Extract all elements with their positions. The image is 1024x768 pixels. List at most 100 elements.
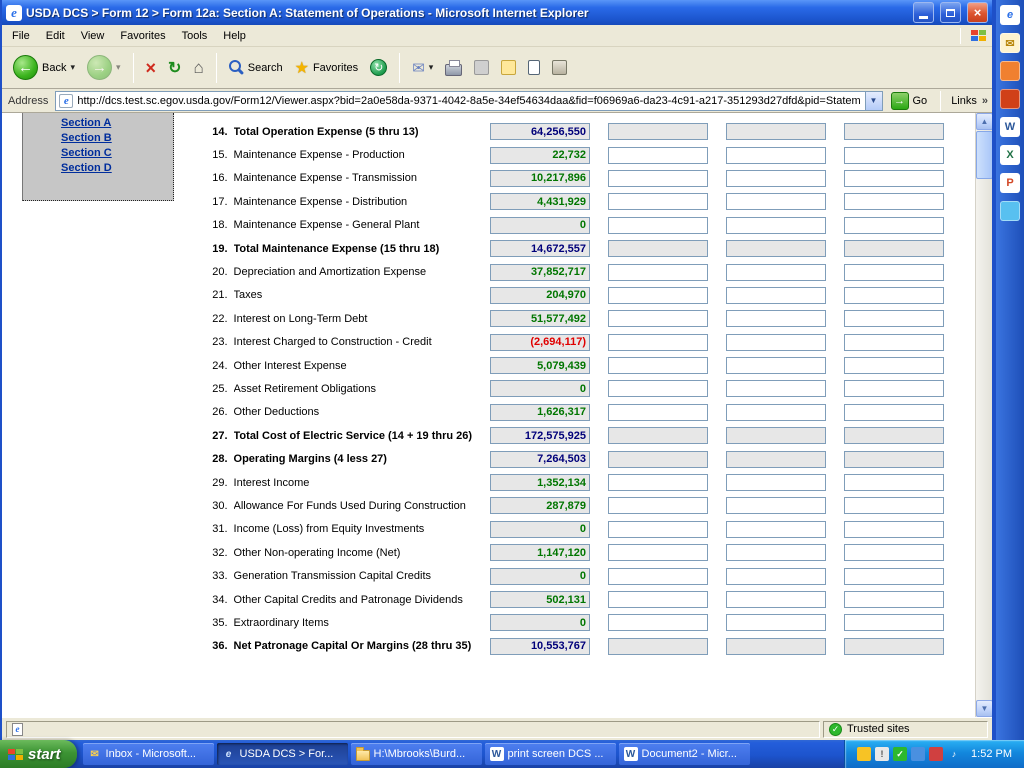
menu-help[interactable]: Help xyxy=(215,27,254,45)
value-input-col1[interactable] xyxy=(490,217,590,234)
value-input-col2[interactable] xyxy=(608,334,708,351)
value-input-col3[interactable] xyxy=(726,404,826,421)
fullscreen-button[interactable] xyxy=(523,57,545,78)
start-button[interactable]: start xyxy=(0,740,77,768)
value-input-col4[interactable] xyxy=(844,380,944,397)
value-input-col3[interactable] xyxy=(726,147,826,164)
messenger-icon[interactable] xyxy=(857,747,871,761)
scrollbar-thumb[interactable] xyxy=(976,131,992,179)
restore-button[interactable] xyxy=(940,2,961,23)
address-input[interactable]: e http://dcs.test.sc.egov.usda.gov/Form1… xyxy=(55,91,882,111)
value-input-col3[interactable] xyxy=(726,474,826,491)
address-dropdown-icon[interactable]: ▼ xyxy=(865,92,882,110)
menu-edit[interactable]: Edit xyxy=(38,27,73,45)
value-input-col2[interactable] xyxy=(608,287,708,304)
value-input-col3[interactable] xyxy=(726,287,826,304)
value-input-col3[interactable] xyxy=(726,170,826,187)
menu-tools[interactable]: Tools xyxy=(174,27,216,45)
value-input-col4[interactable] xyxy=(844,521,944,538)
value-input-col3[interactable] xyxy=(726,497,826,514)
network-icon[interactable] xyxy=(929,747,943,761)
value-input-col1[interactable] xyxy=(490,240,590,257)
value-input-col1[interactable] xyxy=(490,474,590,491)
value-input-col1[interactable] xyxy=(490,357,590,374)
outlook-mail-icon[interactable]: ✉ xyxy=(1000,33,1020,53)
value-input-col3[interactable] xyxy=(726,264,826,281)
task-button[interactable]: ✉Inbox - Microsoft... xyxy=(83,743,214,765)
mail-button[interactable]: ✉ ▾ xyxy=(407,56,438,80)
value-input-col1[interactable] xyxy=(490,614,590,631)
home-button[interactable]: ⌂ xyxy=(188,55,208,81)
value-input-col1[interactable] xyxy=(490,380,590,397)
value-input-col1[interactable] xyxy=(490,310,590,327)
value-input-col3[interactable] xyxy=(726,544,826,561)
value-input-col3[interactable] xyxy=(726,334,826,351)
value-input-col1[interactable] xyxy=(490,264,590,281)
antivirus-check-icon[interactable]: ✓ xyxy=(893,747,907,761)
refresh-button[interactable]: ↻ xyxy=(163,55,186,81)
value-input-col3[interactable] xyxy=(726,193,826,210)
value-input-col1[interactable] xyxy=(490,193,590,210)
address-url[interactable]: http://dcs.test.sc.egov.usda.gov/Form12/… xyxy=(73,95,864,107)
value-input-col1[interactable] xyxy=(490,497,590,514)
internet-explorer-icon[interactable]: e xyxy=(1000,5,1020,25)
value-input-col4[interactable] xyxy=(844,614,944,631)
value-input-col3[interactable] xyxy=(726,357,826,374)
value-input-col2[interactable] xyxy=(608,357,708,374)
value-input-col4[interactable] xyxy=(844,264,944,281)
value-input-col4[interactable] xyxy=(844,404,944,421)
menu-favorites[interactable]: Favorites xyxy=(112,27,173,45)
scroll-down-icon[interactable]: ▼ xyxy=(976,700,992,717)
menu-file[interactable]: File xyxy=(4,27,38,45)
back-button[interactable]: ← Back ▾ xyxy=(8,52,80,83)
value-input-col4[interactable] xyxy=(844,334,944,351)
value-input-col2[interactable] xyxy=(608,310,708,327)
value-input-col1[interactable] xyxy=(490,287,590,304)
task-button[interactable]: eUSDA DCS > For... xyxy=(217,743,348,765)
discuss-button[interactable] xyxy=(496,57,521,78)
calendar-icon[interactable] xyxy=(1000,61,1020,81)
value-input-col1[interactable] xyxy=(490,638,590,655)
volume-icon[interactable]: ♪ xyxy=(947,747,961,761)
value-input-col3[interactable] xyxy=(726,380,826,397)
title-bar[interactable]: e USDA DCS > Form 12 > Form 12a: Section… xyxy=(2,0,992,25)
favorites-button[interactable]: ★ Favorites xyxy=(290,55,364,81)
research-button[interactable] xyxy=(547,57,572,78)
value-input-col2[interactable] xyxy=(608,544,708,561)
value-input-col4[interactable] xyxy=(844,310,944,327)
mail-dropdown-icon[interactable]: ▾ xyxy=(429,62,434,73)
value-input-col4[interactable] xyxy=(844,568,944,585)
go-button[interactable]: → Go xyxy=(888,92,931,110)
print-button[interactable] xyxy=(440,57,467,79)
value-input-col4[interactable] xyxy=(844,357,944,374)
value-input-col4[interactable] xyxy=(844,147,944,164)
contacts-icon[interactable] xyxy=(1000,89,1020,109)
menu-view[interactable]: View xyxy=(73,27,113,45)
value-input-col4[interactable] xyxy=(844,217,944,234)
value-input-col2[interactable] xyxy=(608,591,708,608)
edit-button[interactable] xyxy=(469,57,494,78)
display-icon[interactable] xyxy=(911,747,925,761)
value-input-col1[interactable] xyxy=(490,123,590,140)
value-input-col1[interactable] xyxy=(490,521,590,538)
powerpoint-icon[interactable]: P xyxy=(1000,173,1020,193)
excel-icon[interactable]: X xyxy=(1000,145,1020,165)
task-button[interactable]: WDocument2 - Micr... xyxy=(619,743,750,765)
minimize-button[interactable] xyxy=(913,2,934,23)
value-input-col2[interactable] xyxy=(608,568,708,585)
value-input-col2[interactable] xyxy=(608,521,708,538)
value-input-col1[interactable] xyxy=(490,147,590,164)
stop-button[interactable]: × xyxy=(141,57,162,79)
task-button[interactable]: H:\Mbrooks\Burd... xyxy=(351,743,482,765)
value-input-col4[interactable] xyxy=(844,170,944,187)
value-input-col4[interactable] xyxy=(844,591,944,608)
value-input-col3[interactable] xyxy=(726,310,826,327)
value-input-col1[interactable] xyxy=(490,568,590,585)
forward-dropdown-icon[interactable]: ▾ xyxy=(116,62,121,73)
value-input-col3[interactable] xyxy=(726,568,826,585)
word-icon[interactable]: W xyxy=(1000,117,1020,137)
value-input-col2[interactable] xyxy=(608,497,708,514)
value-input-col4[interactable] xyxy=(844,497,944,514)
task-button[interactable]: Wprint screen DCS ... xyxy=(485,743,616,765)
updates-shield-icon[interactable]: ! xyxy=(875,747,889,761)
